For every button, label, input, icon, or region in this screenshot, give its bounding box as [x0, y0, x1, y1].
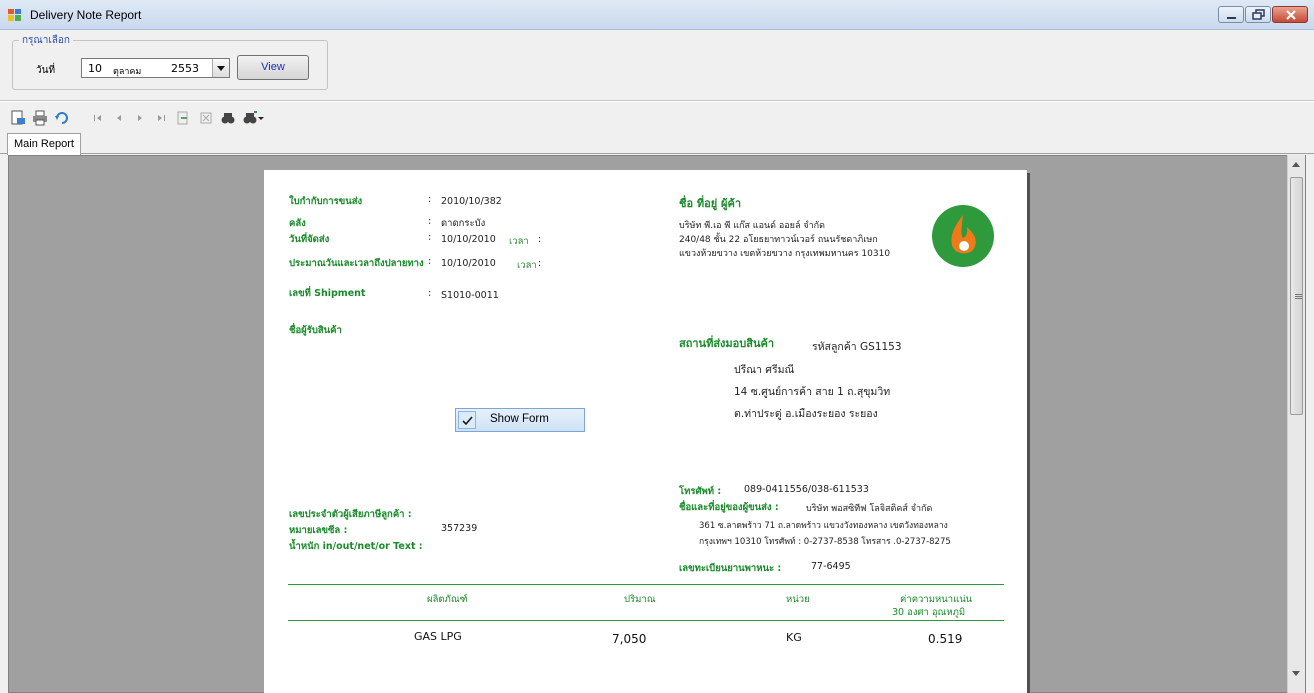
- customer-address1: 14 ซ.ศูนย์การค้า สาย 1 ถ.สุขุมวิท: [734, 386, 891, 398]
- previous-page-icon[interactable]: [111, 110, 127, 126]
- col-unit: หน่วย: [786, 594, 810, 605]
- refresh-icon[interactable]: [54, 110, 70, 126]
- receiver-label: ชื่อผู้รับสินค้า: [289, 325, 342, 336]
- first-page-icon[interactable]: [90, 110, 106, 126]
- customer-name: ปรีณา ศรีมณี: [734, 364, 795, 376]
- close-window-button[interactable]: [1272, 6, 1308, 23]
- delivery-note-label: ใบกำกับการขนส่ง: [289, 196, 363, 207]
- seal-label: หมายเลขซีล :: [289, 525, 348, 536]
- vertical-scrollbar[interactable]: [1287, 155, 1305, 693]
- scroll-up-icon[interactable]: [1292, 162, 1300, 167]
- show-form-toggle[interactable]: Show Form: [455, 408, 585, 432]
- close-icon[interactable]: [198, 110, 214, 126]
- col-quantity: ปริมาณ: [624, 594, 656, 605]
- chevron-down-icon: [217, 66, 225, 71]
- minimize-icon: [1227, 17, 1236, 19]
- show-form-checkbox[interactable]: [458, 411, 476, 429]
- last-page-icon[interactable]: [153, 110, 169, 126]
- scroll-thumb[interactable]: [1290, 177, 1303, 415]
- find-icon[interactable]: [220, 110, 236, 126]
- col-density-sub: 30 องศา อุณหภูมิ: [892, 607, 966, 618]
- delivery-place-label: สถานที่ส่งมอบสินค้า: [679, 337, 775, 350]
- row-unit: KG: [786, 631, 802, 644]
- date-year: 2553: [171, 62, 199, 75]
- table-top-rule: [288, 584, 1004, 585]
- customer-code: รหัสลูกค้า GS1153: [812, 341, 902, 353]
- delivery-note-value: 2010/10/382: [441, 196, 502, 207]
- col-product: ผลิตภัณฑ์: [427, 594, 468, 605]
- ship-date-label: วันที่จัดส่ง: [289, 234, 330, 245]
- warehouse-value: ดาดกระบัง: [441, 218, 486, 229]
- row-quantity: 7,050: [612, 632, 647, 646]
- carrier-label: ชื่อและที่อยู่ของผู้ขนส่ง :: [679, 502, 779, 513]
- divider: [0, 100, 1314, 102]
- date-day: 10: [88, 62, 102, 75]
- phone-value: 089-0411556/038-611533: [744, 484, 869, 495]
- vendor-label: ชื่อ ที่อยู่ ผู้ค้า: [679, 197, 742, 210]
- vendor-line2: 240/48 ชั้น 22 อโยธยาทาวน์เวอร์ ถนนรัชดา…: [679, 235, 878, 245]
- title-bar: Delivery Note Report: [0, 0, 1314, 30]
- carrier-line1: 361 ซ.ลาดพร้าว 71 ถ.ลาดพร้าว แขวงวังทองห…: [699, 521, 948, 531]
- app-window-icon: [8, 9, 21, 21]
- print-icon[interactable]: [32, 110, 48, 126]
- chevron-down-icon[interactable]: [257, 110, 265, 126]
- report-toolbar: [0, 106, 1314, 130]
- vendor-line3: แขวงห้วยขวาง เขตห้วยขวาง กรุงเทพมหานคร 1…: [679, 249, 891, 259]
- date-label: วันที่: [36, 65, 56, 76]
- ship-time-label: เวลา: [509, 236, 529, 247]
- flame-icon: [951, 215, 976, 254]
- window-title: Delivery Note Report: [30, 8, 142, 22]
- eta-value: 10/10/2010: [441, 258, 496, 269]
- view-button[interactable]: View: [237, 55, 309, 80]
- maximize-button[interactable]: [1245, 6, 1271, 23]
- seal-value: 357239: [441, 523, 478, 534]
- company-logo: [932, 205, 994, 267]
- carrier-line2: กรุงเทพฯ 10310 โทรศัพท์ : 0-2737-8538 โท…: [699, 537, 951, 547]
- carrier-name: บริษัท พอสซิทีฟ โลจิสติคส์ จำกัด: [806, 504, 933, 514]
- scroll-down-icon[interactable]: [1292, 671, 1300, 676]
- eta-label: ประมาณวันและเวลาถึงปลายทาง: [289, 258, 424, 269]
- customer-address2: ต.ท่าประดู่ อ.เมืองระยอง ระยอง: [734, 408, 878, 420]
- checkmark-icon: [462, 416, 473, 426]
- group-legend: กรุณาเลือก: [19, 33, 73, 48]
- show-form-label: Show Form: [490, 413, 549, 425]
- minimize-button[interactable]: [1218, 6, 1244, 23]
- date-picker[interactable]: 10 ตุลาคม 2553: [81, 58, 230, 78]
- table-header-rule: [288, 620, 1004, 621]
- zoom-icon[interactable]: [242, 110, 258, 126]
- goto-page-icon[interactable]: [175, 110, 191, 126]
- vehicle-label: เลขทะเบียนยานพาหนะ :: [679, 563, 782, 574]
- warehouse-label: คลัง: [289, 218, 306, 229]
- tab-main-report[interactable]: Main Report: [7, 133, 81, 155]
- phone-label: โทรศัพท์ :: [679, 486, 722, 497]
- eta-time-label: เวลา: [517, 260, 537, 271]
- next-page-icon[interactable]: [132, 110, 148, 126]
- weight-label: น้ำหนัก in/out/net/or Text :: [289, 541, 423, 552]
- shipment-label: เลขที่ Shipment: [289, 288, 366, 299]
- close-x-icon: [1286, 10, 1296, 20]
- ship-date-value: 10/10/2010: [441, 234, 496, 245]
- vehicle-value: 77-6495: [811, 561, 851, 572]
- vendor-line1: บริษัท พี.เอ พี แก๊ส แอนด์ ออยล์ จำกัด: [679, 221, 825, 231]
- row-density: 0.519: [928, 632, 963, 646]
- report-tabs: Main Report: [0, 133, 1314, 155]
- row-product: GAS LPG: [414, 630, 462, 643]
- dropdown-button[interactable]: [212, 59, 229, 77]
- export-icon[interactable]: [10, 110, 26, 126]
- shipment-value: S1010-0011: [441, 290, 499, 301]
- restore-icon: [1252, 9, 1265, 20]
- date-month: ตุลาคม: [113, 67, 142, 77]
- tax-id-label: เลขประจำตัวผู้เสียภาษีลูกค้า :: [289, 509, 412, 520]
